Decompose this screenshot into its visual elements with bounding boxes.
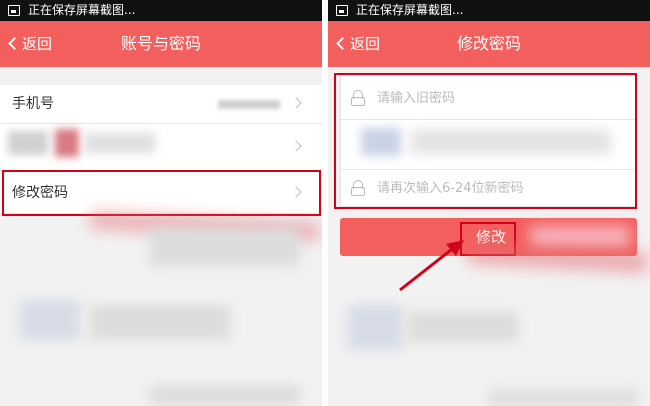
phone-number-redacted <box>218 100 280 109</box>
page-title: 账号与密码 <box>120 34 201 53</box>
status-text: 正在保存屏幕截图... <box>28 3 136 17</box>
redacted-blur <box>150 228 300 266</box>
redacted-blur <box>488 390 638 406</box>
redacted-blur <box>55 129 79 157</box>
screenshot-icon <box>8 5 20 16</box>
redacted-blur <box>85 133 155 153</box>
status-bar: 正在保存屏幕截图... <box>0 0 322 21</box>
list-item-redacted[interactable] <box>0 124 322 172</box>
redacted-blur <box>150 385 300 405</box>
change-password-screen: 正在保存屏幕截图... 返回 修改密码 修改 <box>328 0 650 406</box>
nav-bar: 返回 账号与密码 <box>0 21 322 67</box>
redacted-blur <box>408 312 518 342</box>
redacted-blur <box>20 300 80 340</box>
chevron-right-icon <box>290 140 302 152</box>
redacted-blur <box>348 305 403 350</box>
list-item-phone[interactable]: 手机号 <box>0 85 322 124</box>
chevron-right-icon <box>290 97 302 109</box>
redacted-blur <box>8 131 48 155</box>
redacted-blur <box>90 305 230 340</box>
account-screen: 正在保存屏幕截图... 返回 账号与密码 手机号 修改密码 <box>0 0 322 406</box>
change-password-highlight <box>2 170 321 216</box>
row-label: 手机号 <box>12 96 54 112</box>
